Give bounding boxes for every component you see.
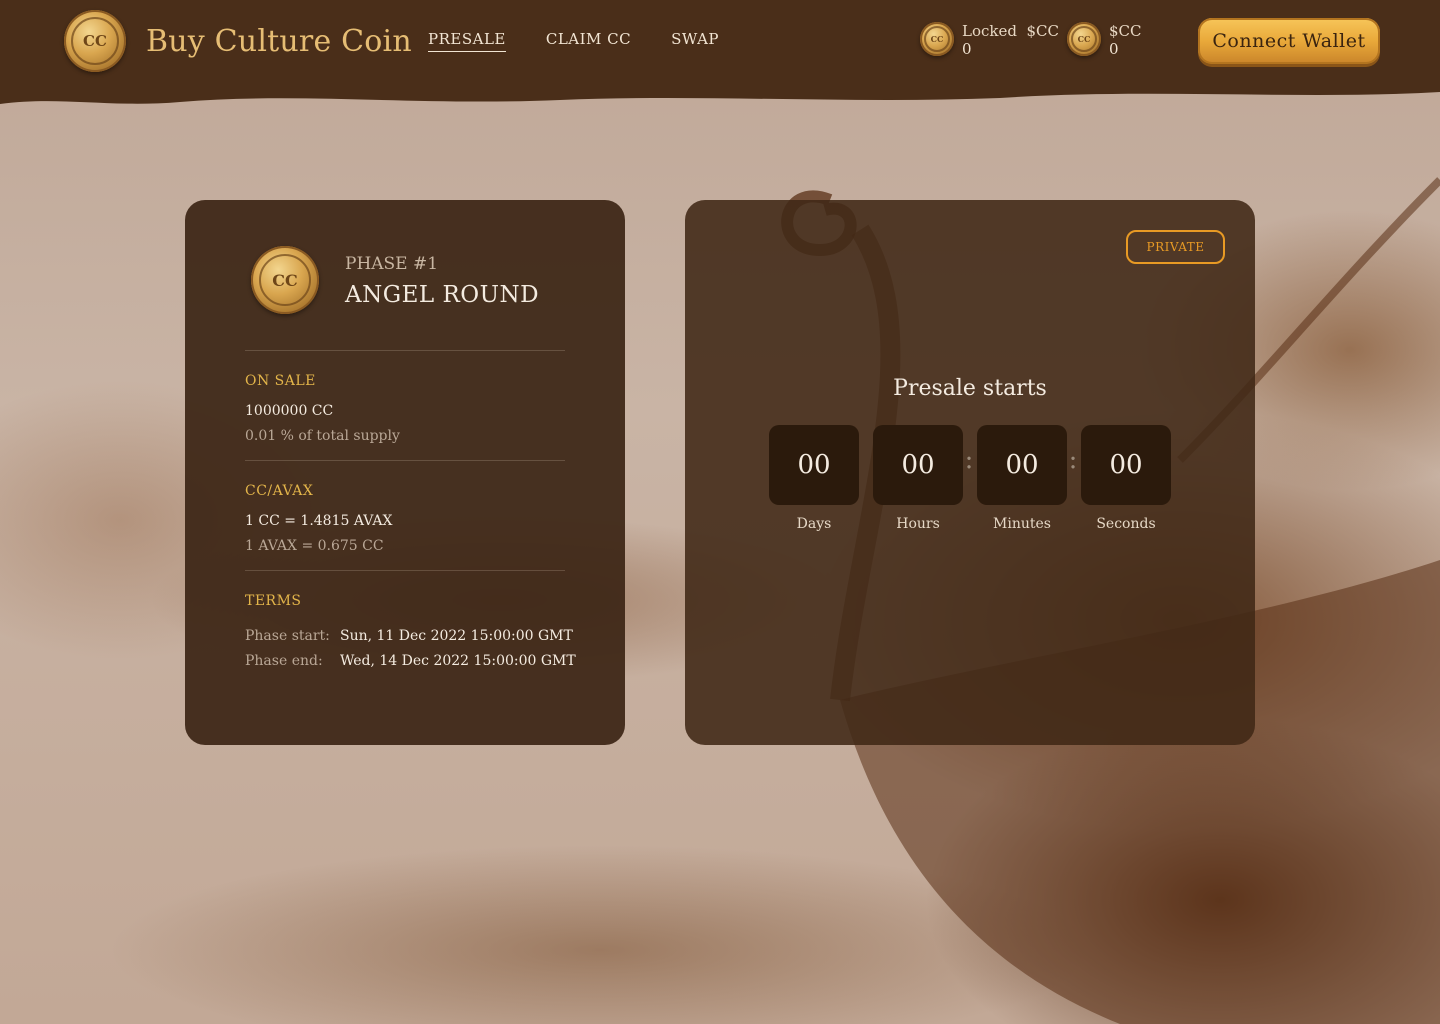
timer-colon: : [964, 445, 974, 475]
phase-start-row: Phase start: Sun, 11 Dec 2022 15:00:00 G… [245, 628, 573, 644]
nav-presale[interactable]: PRESALE [428, 30, 506, 52]
rate-primary: 1 CC = 1.4815 AVAX [245, 513, 393, 529]
logo-coin-icon: CC [64, 10, 126, 72]
locked-cc-value: 0 [962, 40, 972, 58]
timer-minutes-label: Minutes [993, 516, 1051, 532]
phase-card: CC PHASE #1 ANGEL ROUND ON SALE 1000000 … [185, 200, 625, 745]
timer-colon: : [1068, 445, 1078, 475]
on-sale-title: ON SALE [245, 373, 316, 389]
phase-start-value: Sun, 11 Dec 2022 15:00:00 GMT [340, 628, 573, 644]
cc-balance: CC $CC 0 [1067, 22, 1142, 58]
phase-end-label: Phase end: [245, 653, 323, 669]
rate-secondary: 1 AVAX = 0.675 CC [245, 538, 384, 554]
coin-icon: CC [920, 22, 954, 56]
phase-label: PHASE #1 [345, 254, 439, 274]
brand[interactable]: CC Buy Culture Coin [64, 10, 412, 72]
divider [245, 460, 565, 461]
terms-title: TERMS [245, 593, 302, 609]
phase-start-label: Phase start: [245, 628, 330, 644]
on-sale-share: 0.01 % of total supply [245, 428, 400, 444]
timer-minutes: 00 [977, 425, 1067, 505]
private-badge: PRIVATE [1126, 230, 1225, 264]
timer-hours: 00 [873, 425, 963, 505]
timer-seconds-label: Seconds [1096, 516, 1156, 532]
cc-label: $CC [1109, 22, 1142, 40]
header-brush-edge [0, 70, 1440, 104]
timer-seconds: 00 [1081, 425, 1171, 505]
connect-wallet-button[interactable]: Connect Wallet [1198, 18, 1380, 64]
presale-card: PRIVATE Presale starts 00 00 : 00 : 00 D… [685, 200, 1255, 745]
main-nav: PRESALE CLAIM CC SWAP [428, 30, 719, 52]
coin-icon: CC [1067, 22, 1101, 56]
phase-name: ANGEL ROUND [345, 282, 540, 308]
phase-end-row: Phase end: Wed, 14 Dec 2022 15:00:00 GMT [245, 653, 576, 669]
locked-cc-label: Locked $CC [962, 22, 1059, 40]
timer-days: 00 [769, 425, 859, 505]
phase-coin-icon: CC [251, 246, 319, 314]
on-sale-amount: 1000000 CC [245, 403, 334, 419]
divider [245, 570, 565, 571]
cc-value: 0 [1109, 40, 1119, 58]
logo-coin-mark: CC [71, 17, 119, 65]
locked-cc-balance: CC Locked $CC 0 [920, 22, 1059, 58]
nav-swap[interactable]: SWAP [671, 30, 719, 52]
divider [245, 350, 565, 351]
nav-claim-cc[interactable]: CLAIM CC [546, 30, 631, 52]
timer-days-label: Days [796, 516, 832, 532]
presale-title: Presale starts [893, 376, 1047, 401]
timer-hours-label: Hours [896, 516, 940, 532]
brand-title: Buy Culture Coin [146, 23, 412, 59]
rate-title: CC/AVAX [245, 483, 314, 499]
phase-end-value: Wed, 14 Dec 2022 15:00:00 GMT [340, 653, 576, 669]
